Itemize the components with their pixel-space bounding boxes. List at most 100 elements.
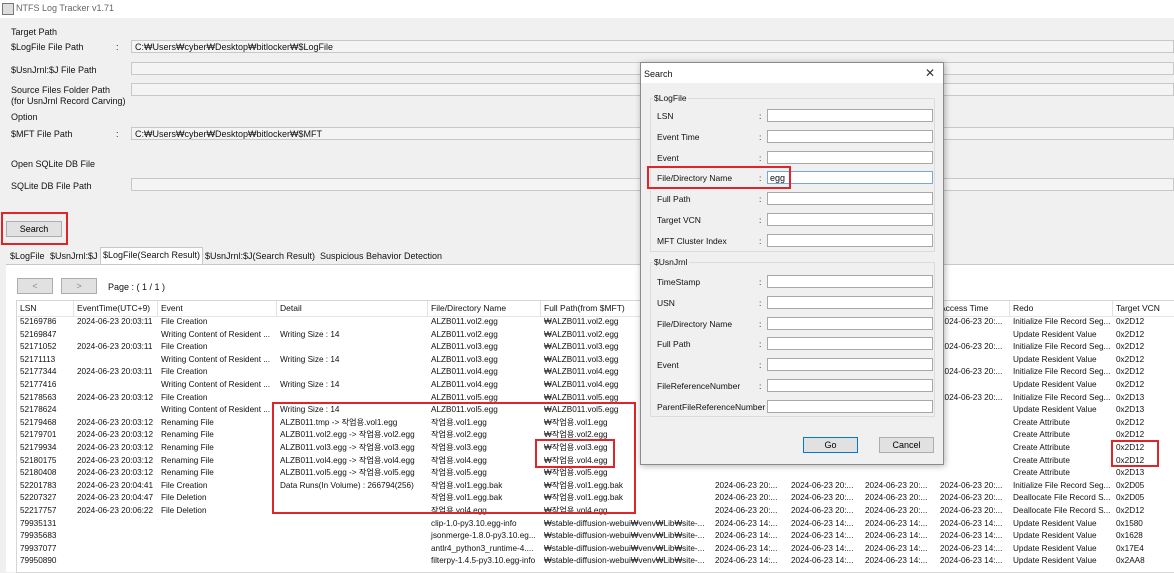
tab-usnjrnl-search-result[interactable]: $UsnJrnl:$J(Search Result): [203, 249, 317, 264]
table-cell: [158, 518, 277, 531]
table-row[interactable]: 79935131 clip-1.0-py3.10.egg-info ₩stable-…: [17, 518, 1174, 531]
column-header[interactable]: LSN: [17, 301, 74, 316]
logfile-path-input[interactable]: C:₩Users₩cyber₩Desktop₩bitlocker₩$LogFil…: [131, 40, 1174, 53]
search-field-input[interactable]: [767, 150, 933, 164]
table-cell: 2024-06-23 14:...: [791, 556, 854, 566]
table-cell: Create Attribute: [1013, 417, 1070, 427]
tab-logfile[interactable]: $LogFile: [8, 249, 47, 264]
table-cell: filterpy-1.4.5-py3.10.egg-info: [431, 556, 536, 566]
table-cell: [937, 329, 1010, 342]
table-cell: [277, 505, 428, 518]
table-row[interactable]: 52178563 2024-06-23 20:03:12 File Creation…: [17, 392, 1174, 405]
search-button[interactable]: Search: [6, 221, 62, 237]
table-cell: 79935131: [20, 518, 57, 528]
table-cell: 79935683: [20, 531, 57, 541]
column-header[interactable]: Event: [158, 301, 277, 316]
table-cell: 2024-06-23 20:...: [940, 392, 1003, 402]
table-row[interactable]: 52180175 2024-06-23 20:03:12 Renaming File…: [17, 455, 1174, 468]
table-cell: 2024-06-23 20:...: [940, 480, 1003, 490]
table-cell: ALZB011.vol3.egg: [431, 354, 498, 364]
table-cell: File Creation: [161, 480, 208, 490]
search-field-input[interactable]: [767, 399, 933, 413]
search-field-input[interactable]: [767, 213, 933, 226]
column-header[interactable]: Detail: [277, 301, 428, 316]
table-row[interactable]: 79950890 filterpy-1.4.5-py3.10.egg-info ₩s…: [17, 555, 1174, 568]
results-table[interactable]: LSN EventTime(UTC+9) Event Detail File/Direc…: [16, 300, 1174, 573]
column-header[interactable]: Target VCN: [1113, 301, 1174, 316]
table-row[interactable]: 79935683 jsonmerge-1.8.0-py3.10.eg... ₩sta…: [17, 530, 1174, 543]
table-cell: 2024-06-23 14:...: [715, 543, 778, 553]
table-row[interactable]: 52171113 Writing Content of Resident ... W…: [17, 354, 1174, 367]
search-field-input[interactable]: [767, 295, 933, 309]
table-cell: 2024-06-23 14:...: [865, 543, 928, 553]
table-cell: 2024-06-23 20:03:12: [77, 430, 154, 440]
table-cell: 0x2D13: [1116, 405, 1145, 415]
table-cell: 0x2D12: [1116, 443, 1145, 452]
table-row[interactable]: 52179701 2024-06-23 20:03:12 Renaming File…: [17, 429, 1174, 442]
table-row[interactable]: 52179934 2024-06-23 20:03:12 Renaming File…: [17, 442, 1174, 455]
cancel-button[interactable]: Cancel: [879, 437, 934, 453]
table-row[interactable]: 52171052 2024-06-23 20:03:11 File Creation…: [17, 341, 1174, 354]
tab-suspicious-behavior[interactable]: Suspicious Behavior Detection: [318, 249, 444, 264]
table-cell: Renaming File: [161, 430, 214, 440]
tab-logfile-search-result[interactable]: $LogFile(Search Result): [100, 247, 204, 264]
go-button[interactable]: Go: [803, 437, 858, 453]
table-cell: 0x1580: [1116, 518, 1143, 528]
table-row[interactable]: 52179468 2024-06-23 20:03:12 Renaming File…: [17, 417, 1174, 430]
table-cell: Create Attribute: [1013, 468, 1070, 478]
table-row[interactable]: 52217757 2024-06-23 20:06:22 File Deletion…: [17, 505, 1174, 518]
table-row[interactable]: 52180408 2024-06-23 20:03:12 Renaming File…: [17, 467, 1174, 480]
search-field-input[interactable]: [767, 129, 933, 143]
column-header[interactable]: Redo: [1010, 301, 1113, 316]
table-cell: Update Resident Value: [1013, 543, 1097, 553]
column-header[interactable]: File/Directory Name: [428, 301, 541, 316]
table-row[interactable]: 52177344 2024-06-23 20:03:11 File Creation…: [17, 366, 1174, 379]
table-cell: 2024-06-23 20:...: [940, 367, 1003, 377]
table-row[interactable]: 52169847 Writing Content of Resident ... W…: [17, 329, 1174, 342]
search-field-input[interactable]: [767, 275, 933, 288]
search-field-input[interactable]: [767, 379, 933, 392]
next-page-button[interactable]: >: [61, 278, 97, 294]
table-cell: 52169786: [20, 317, 57, 326]
field-label: USN: [657, 297, 675, 308]
column-header[interactable]: Access Time: [937, 301, 1010, 316]
table-row[interactable]: 52177416 Writing Content of Resident ... W…: [17, 379, 1174, 392]
table-row[interactable]: 52169786 2024-06-23 20:03:11 File Creation…: [17, 316, 1174, 329]
table-row[interactable]: 79937077 antlr4_python3_runtime-4.... ₩sta…: [17, 543, 1174, 556]
colon: :: [759, 339, 762, 350]
table-cell: 52177416: [20, 380, 57, 389]
table-cell: ₩작업용.vol1.egg.bak: [544, 480, 624, 490]
tab-usnjrnl[interactable]: $UsnJrnl:$J: [48, 249, 100, 264]
search-field-input[interactable]: egg: [767, 171, 933, 185]
table-cell: [277, 392, 428, 405]
search-field-input[interactable]: [767, 192, 933, 206]
table-row[interactable]: 52178624 Writing Content of Resident ... W…: [17, 404, 1174, 417]
table-cell: ALZB011.vol2.egg: [431, 317, 498, 326]
search-field-input[interactable]: [767, 109, 933, 122]
table-cell: ALZB011.vol5.egg: [431, 405, 498, 415]
colon: :: [759, 297, 762, 308]
search-field-input[interactable]: [767, 316, 933, 330]
table-cell: ₩stable-diffusion-webui₩venv₩Lib₩site-..…: [544, 518, 705, 528]
prev-page-button[interactable]: <: [17, 278, 53, 294]
table-cell: 작업용.vol1.egg.bak: [431, 480, 503, 490]
table-cell: [277, 341, 428, 354]
table-row[interactable]: 52201783 2024-06-23 20:04:41 File Creation…: [17, 480, 1174, 493]
table-cell: 52178624: [20, 405, 57, 415]
close-icon[interactable]: ✕: [925, 66, 935, 80]
search-field-input[interactable]: [767, 233, 933, 247]
field-label: Target VCN: [657, 215, 701, 225]
table-cell: [74, 543, 158, 556]
search-field-input[interactable]: [767, 337, 933, 351]
column-header[interactable]: EventTime(UTC+9): [74, 301, 158, 316]
table-cell: 작업용.vol4.egg: [431, 506, 487, 515]
table-cell: Writing Size : 14: [280, 329, 340, 339]
table-cell: 2024-06-23 14:...: [715, 518, 778, 528]
search-field-input[interactable]: [767, 358, 933, 372]
table-row[interactable]: 52207327 2024-06-23 20:04:47 File Deletion…: [17, 492, 1174, 505]
dialog-title-bar: Search ✕: [641, 63, 943, 83]
table-cell: Create Attribute: [1013, 430, 1070, 440]
table-cell: 0x2AA8: [1116, 556, 1145, 566]
table-cell: [937, 442, 1010, 455]
table-cell: 2024-06-23 14:...: [865, 518, 928, 528]
